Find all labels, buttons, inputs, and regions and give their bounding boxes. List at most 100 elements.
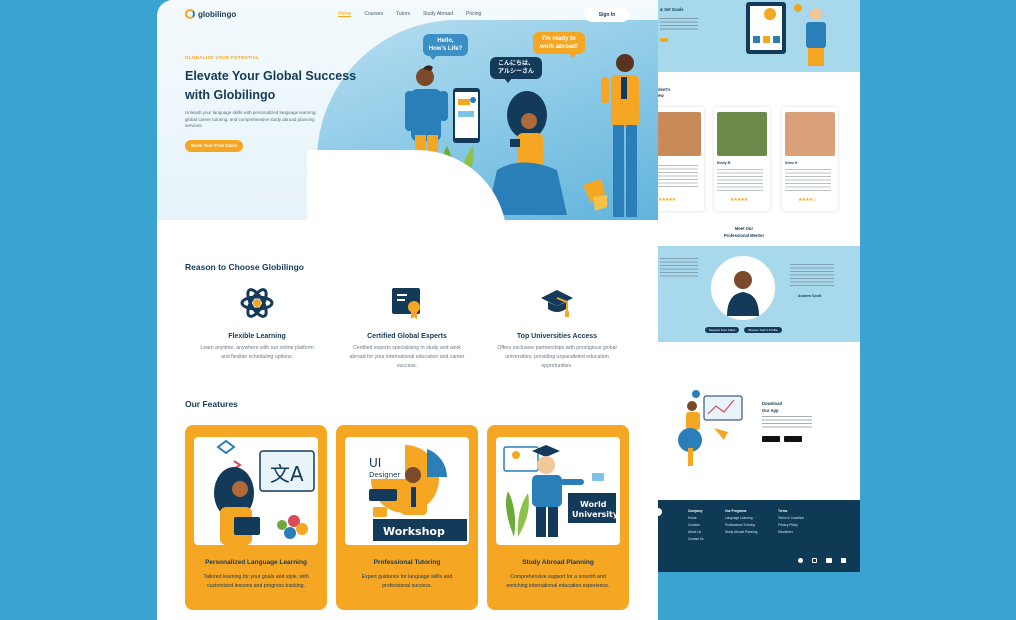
footer-link[interactable]: Courses [688,523,700,527]
instagram-icon[interactable] [812,558,817,563]
mentor-quote-text [790,264,834,288]
student-name: Drive K [785,161,798,165]
footer-link[interactable]: Contact Us [688,537,704,541]
preview-goals-text [660,18,698,32]
app-desc-text [762,416,812,430]
nav-link-study-abroad[interactable]: Study Abroad [423,11,453,17]
request-free-class-button[interactable]: Request Free Class [705,327,739,333]
reasons-title: Reason to Choose Globilingo [185,262,304,272]
footer-link[interactable]: Disclaimer [778,530,793,534]
google-play-badge[interactable] [784,436,802,442]
reason-title: Certified Global Experts [367,333,447,340]
student-photo [785,112,835,156]
footer-link[interactable]: Privacy Policy [778,523,798,527]
browse-tutor-profile-button[interactable]: Browse Tutor's Profile [744,327,782,333]
graduation-cap-icon [541,290,573,317]
student-review-text [785,169,831,191]
feature-card-language[interactable]: 文A Personalized Language Learning Tailor… [185,425,327,610]
mentor-name: Andrew Scott [798,294,822,298]
preview-student-card: Emily R. ★★★★★ [714,107,770,211]
nav-link-pricing[interactable]: Pricing [466,11,481,17]
atom-icon [240,288,274,318]
certificate-icon [392,288,420,319]
app-title-1: Download [762,401,783,406]
footer-col-title: Our Programs [725,509,747,513]
nav-link-tutors[interactable]: Tutors [396,11,410,17]
youtube-icon[interactable] [826,558,832,563]
student-photo [717,112,767,156]
footer-link[interactable]: Professional Tutoring [725,523,755,527]
feature-card-study-abroad[interactable]: World University Study Abroad Planning C… [487,425,629,610]
mentor-bio-text [660,258,698,278]
student-name: Emily R. [717,161,732,165]
page-preview-right: & Set Goals dent's ew ★★★★★ Emily R. ★★★… [658,0,860,572]
reason-desc: Learn anytime, anywhere with our online … [200,345,314,360]
nav-link-home[interactable]: Home [338,11,351,17]
features-title: Our Features [185,399,238,409]
student-photo [658,112,701,156]
feature-illustration-tutoring: UI Designer Workshop [345,437,469,545]
preview-students-title-2: ew [658,93,664,98]
footer-link[interactable]: Language Learning [725,516,752,520]
footer-link[interactable]: About Us [688,530,701,534]
preview-student-card: Drive K ★★★★☆ [782,107,838,211]
footer-link[interactable]: Home [688,516,697,520]
university-text: University [572,510,619,519]
logo-text: globilingo [198,9,237,19]
logo-icon [185,9,195,19]
app-store-badge[interactable] [762,436,780,442]
footer-col-title: Terms [778,509,788,513]
feature-title: Study Abroad Planning [522,559,594,566]
preview-goals-title: & Set Goals [660,7,684,12]
speech-bubble-work-abroad: I'm ready to work abroad! [533,32,585,58]
svg-text:文A: 文A [270,462,304,486]
feature-desc: Tailored learning for your goals and sty… [203,574,309,589]
reason-title: Flexible Learning [228,333,286,340]
preview-mentor-title-2: Professional Mentor [723,233,765,238]
star-rating-icon: ★★★★☆ [798,197,816,203]
speech-bubble-hello: Hello, How's Life? [423,34,468,60]
preview-student-card: ★★★★★ [658,107,704,211]
hero-subtitle: Unleash your language skills with person… [185,110,317,128]
footer-social-icons [798,558,846,563]
feature-desc: Expert guidance for language skills and … [361,574,453,589]
book-free-class-button[interactable]: Book Your Free Class [185,140,243,152]
feature-card-tutoring[interactable]: UI Designer Workshop Professional Tutori… [336,425,478,610]
reason-desc: Certified experts specialising in study … [349,345,465,369]
mentor-photo [711,256,775,320]
feature-illustration-study-abroad: World University [496,437,620,545]
star-rating-icon: ★★★★★ [658,197,676,203]
preview-goals-button[interactable] [660,38,668,42]
preview-mentor-title-1: Meet Our [734,226,754,231]
star-rating-icon: ★★★★★ [730,197,748,203]
reason-flexible-learning: Flexible Learning Learn anytime, anywher… [197,286,317,362]
linkedin-icon[interactable] [841,558,846,563]
footer-col-company: Company Home Courses About Us Contact Us [688,508,704,543]
student-review-text [658,165,698,187]
facebook-icon[interactable] [798,558,803,563]
designer-text: Designer [369,471,400,479]
footer-col-terms: Terms Terms & Condition Privacy Policy D… [778,508,804,536]
footer-col-title: Company [688,509,703,513]
speech-bubble-japanese: こんにちは、アルシーさん [490,57,542,83]
hero-title: Elevate Your Global Success with Globili… [185,69,357,102]
app-download-illustration [678,390,743,466]
preview-goals-illustration [746,2,826,66]
landing-page: globilingo Home Courses Tutors Study Abr… [157,0,658,620]
preview-students-title-1: dent's [658,87,671,92]
footer-link[interactable]: Terms & Condition [778,516,804,520]
nav-link-courses[interactable]: Courses [364,11,383,17]
feature-title: Personalized Language Learning [205,559,307,566]
reason-certified-experts: Certified Global Experts Certified exper… [347,286,467,371]
feature-desc: Comprehensive support for a smooth and e… [506,574,610,589]
nav-links: Home Courses Tutors Study Abroad Pricing [338,11,494,17]
footer-link[interactable]: Study Abroad Planning [725,530,757,534]
feature-title: Professional Tutoring [373,559,441,566]
hero-eyebrow: GLOBALIZE YOUR POTENTIAL [185,55,260,60]
sign-in-button[interactable]: Sign In [585,8,629,22]
top-nav: globilingo Home Courses Tutors Study Abr… [157,8,658,24]
logo[interactable]: globilingo [185,9,236,19]
feature-illustration-language: 文A [194,437,318,545]
reason-title: Top Universities Access [516,333,598,340]
ui-text: UI [369,456,381,470]
